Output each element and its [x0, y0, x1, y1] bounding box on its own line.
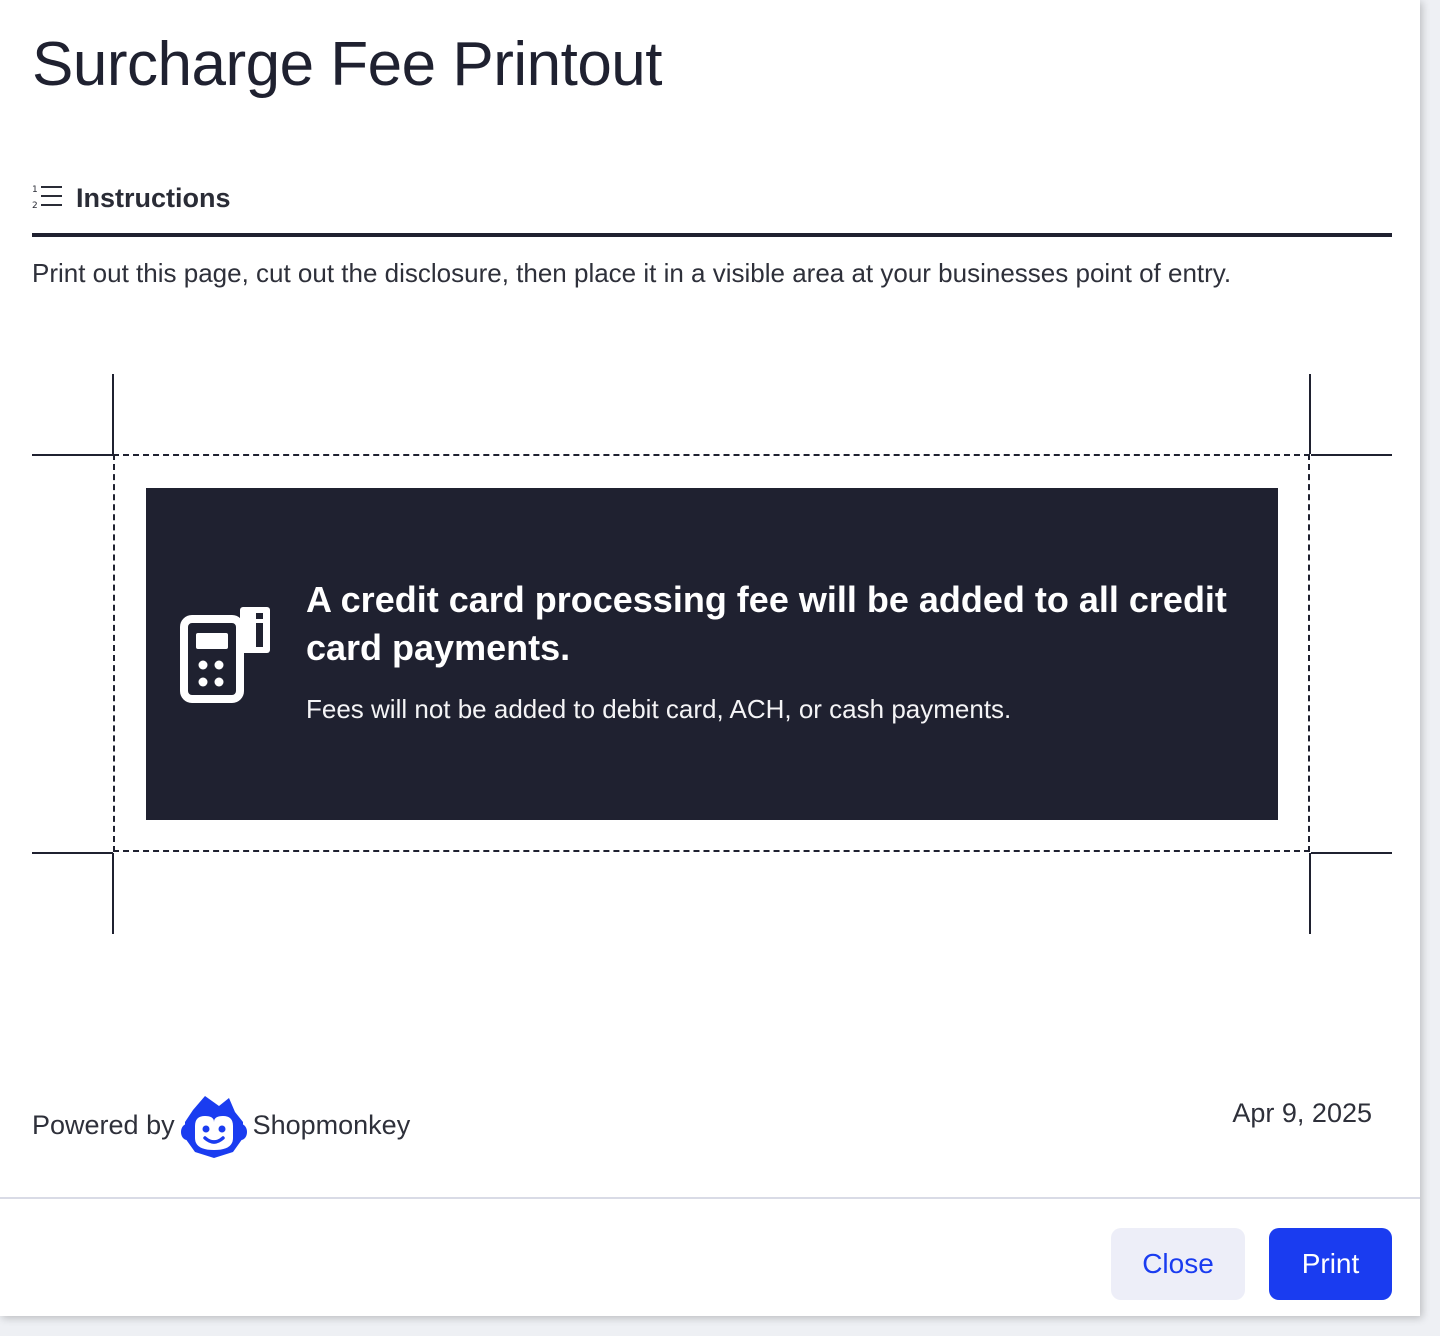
card-terminal-icon	[180, 605, 272, 703]
powered-by: Powered by Shopmonkey	[32, 1092, 410, 1158]
surcharge-printout-modal: Surcharge Fee Printout 1 2 Instructions …	[0, 0, 1420, 1316]
svg-text:1: 1	[32, 185, 38, 195]
close-button[interactable]: Close	[1111, 1228, 1245, 1300]
crop-mark	[112, 853, 114, 934]
instructions-label: Instructions	[76, 182, 231, 213]
crop-mark	[32, 454, 113, 456]
instructions-divider	[32, 233, 1392, 237]
crop-mark	[1309, 374, 1311, 454]
crop-mark	[1311, 852, 1392, 854]
disclosure-heading: A credit card processing fee will be add…	[306, 579, 1227, 668]
crop-mark	[32, 852, 113, 854]
instructions-text: Print out this page, cut out the disclos…	[32, 258, 1232, 288]
surcharge-disclosure: A credit card processing fee will be add…	[146, 488, 1278, 820]
print-date: Apr 9, 2025	[1232, 1098, 1372, 1128]
print-button[interactable]: Print	[1269, 1228, 1392, 1300]
crop-mark	[112, 374, 114, 454]
svg-text:2: 2	[32, 201, 38, 209]
powered-by-label: Powered by	[32, 1109, 175, 1140]
disclosure-subtext: Fees will not be added to debit card, AC…	[306, 694, 1012, 724]
crop-mark	[1309, 853, 1311, 934]
crop-mark	[1311, 454, 1392, 456]
instructions-header: 1 2 Instructions	[32, 180, 231, 216]
page-title: Surcharge Fee Printout	[32, 30, 663, 99]
brand-name: Shopmonkey	[252, 1109, 411, 1140]
footer-divider	[0, 1197, 1420, 1199]
numbered-list-icon: 1 2	[32, 183, 62, 214]
shopmonkey-logo-icon	[180, 1092, 247, 1158]
